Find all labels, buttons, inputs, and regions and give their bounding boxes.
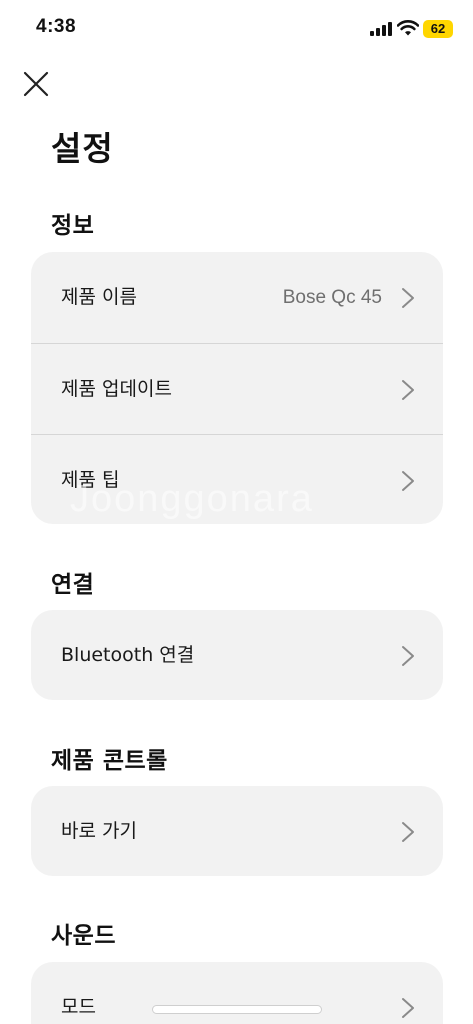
row-label: 제품 이름 — [61, 286, 137, 308]
chevron-right-icon — [402, 998, 414, 1018]
info-card: 제품 이름 Bose Qc 45 제품 업데이트 제품 팁 — [31, 252, 443, 524]
settings-row-bluetooth[interactable]: Bluetooth 연결 — [31, 610, 443, 700]
chevron-right-icon — [402, 380, 414, 400]
wifi-icon — [397, 20, 419, 36]
chevron-right-icon — [402, 471, 414, 491]
settings-row-shortcut[interactable]: 바로 가기 — [31, 786, 443, 876]
row-label: 모드 — [61, 996, 96, 1018]
chevron-right-icon — [402, 646, 414, 666]
section-title-product-control: 제품 콘트롤 — [51, 748, 168, 774]
row-value: Bose Qc 45 — [282, 287, 382, 308]
settings-row-product-name[interactable]: 제품 이름 Bose Qc 45 — [31, 252, 443, 343]
close-icon[interactable] — [18, 66, 54, 102]
settings-row-product-tips[interactable]: 제품 팁 — [31, 434, 443, 524]
chevron-right-icon — [402, 822, 414, 842]
settings-row-mode[interactable]: 모드 — [31, 962, 443, 1024]
row-label: 바로 가기 — [61, 820, 137, 842]
section-title-sound: 사운드 — [51, 923, 116, 949]
section-title-connection: 연결 — [51, 572, 95, 598]
row-label: Bluetooth 연결 — [61, 644, 195, 666]
settings-row-product-update[interactable]: 제품 업데이트 — [31, 343, 443, 434]
cellular-signal-icon — [370, 22, 392, 36]
row-label: 제품 업데이트 — [61, 378, 172, 400]
battery-icon: 62 — [423, 20, 453, 38]
home-indicator[interactable] — [152, 1005, 322, 1014]
settings-screen: 4:38 62 설정 정보 제품 이름 Bose Qc 45 제품 업데이트 제… — [0, 0, 473, 1024]
sound-card: 모드 — [31, 962, 443, 1024]
row-label: 제품 팁 — [61, 469, 120, 491]
section-title-info: 정보 — [51, 213, 95, 239]
chevron-right-icon — [402, 288, 414, 308]
page-title: 설정 — [51, 129, 114, 168]
connection-card: Bluetooth 연결 — [31, 610, 443, 700]
control-card: 바로 가기 — [31, 786, 443, 876]
status-bar: 4:38 62 — [0, 0, 473, 58]
status-time: 4:38 — [36, 16, 77, 37]
